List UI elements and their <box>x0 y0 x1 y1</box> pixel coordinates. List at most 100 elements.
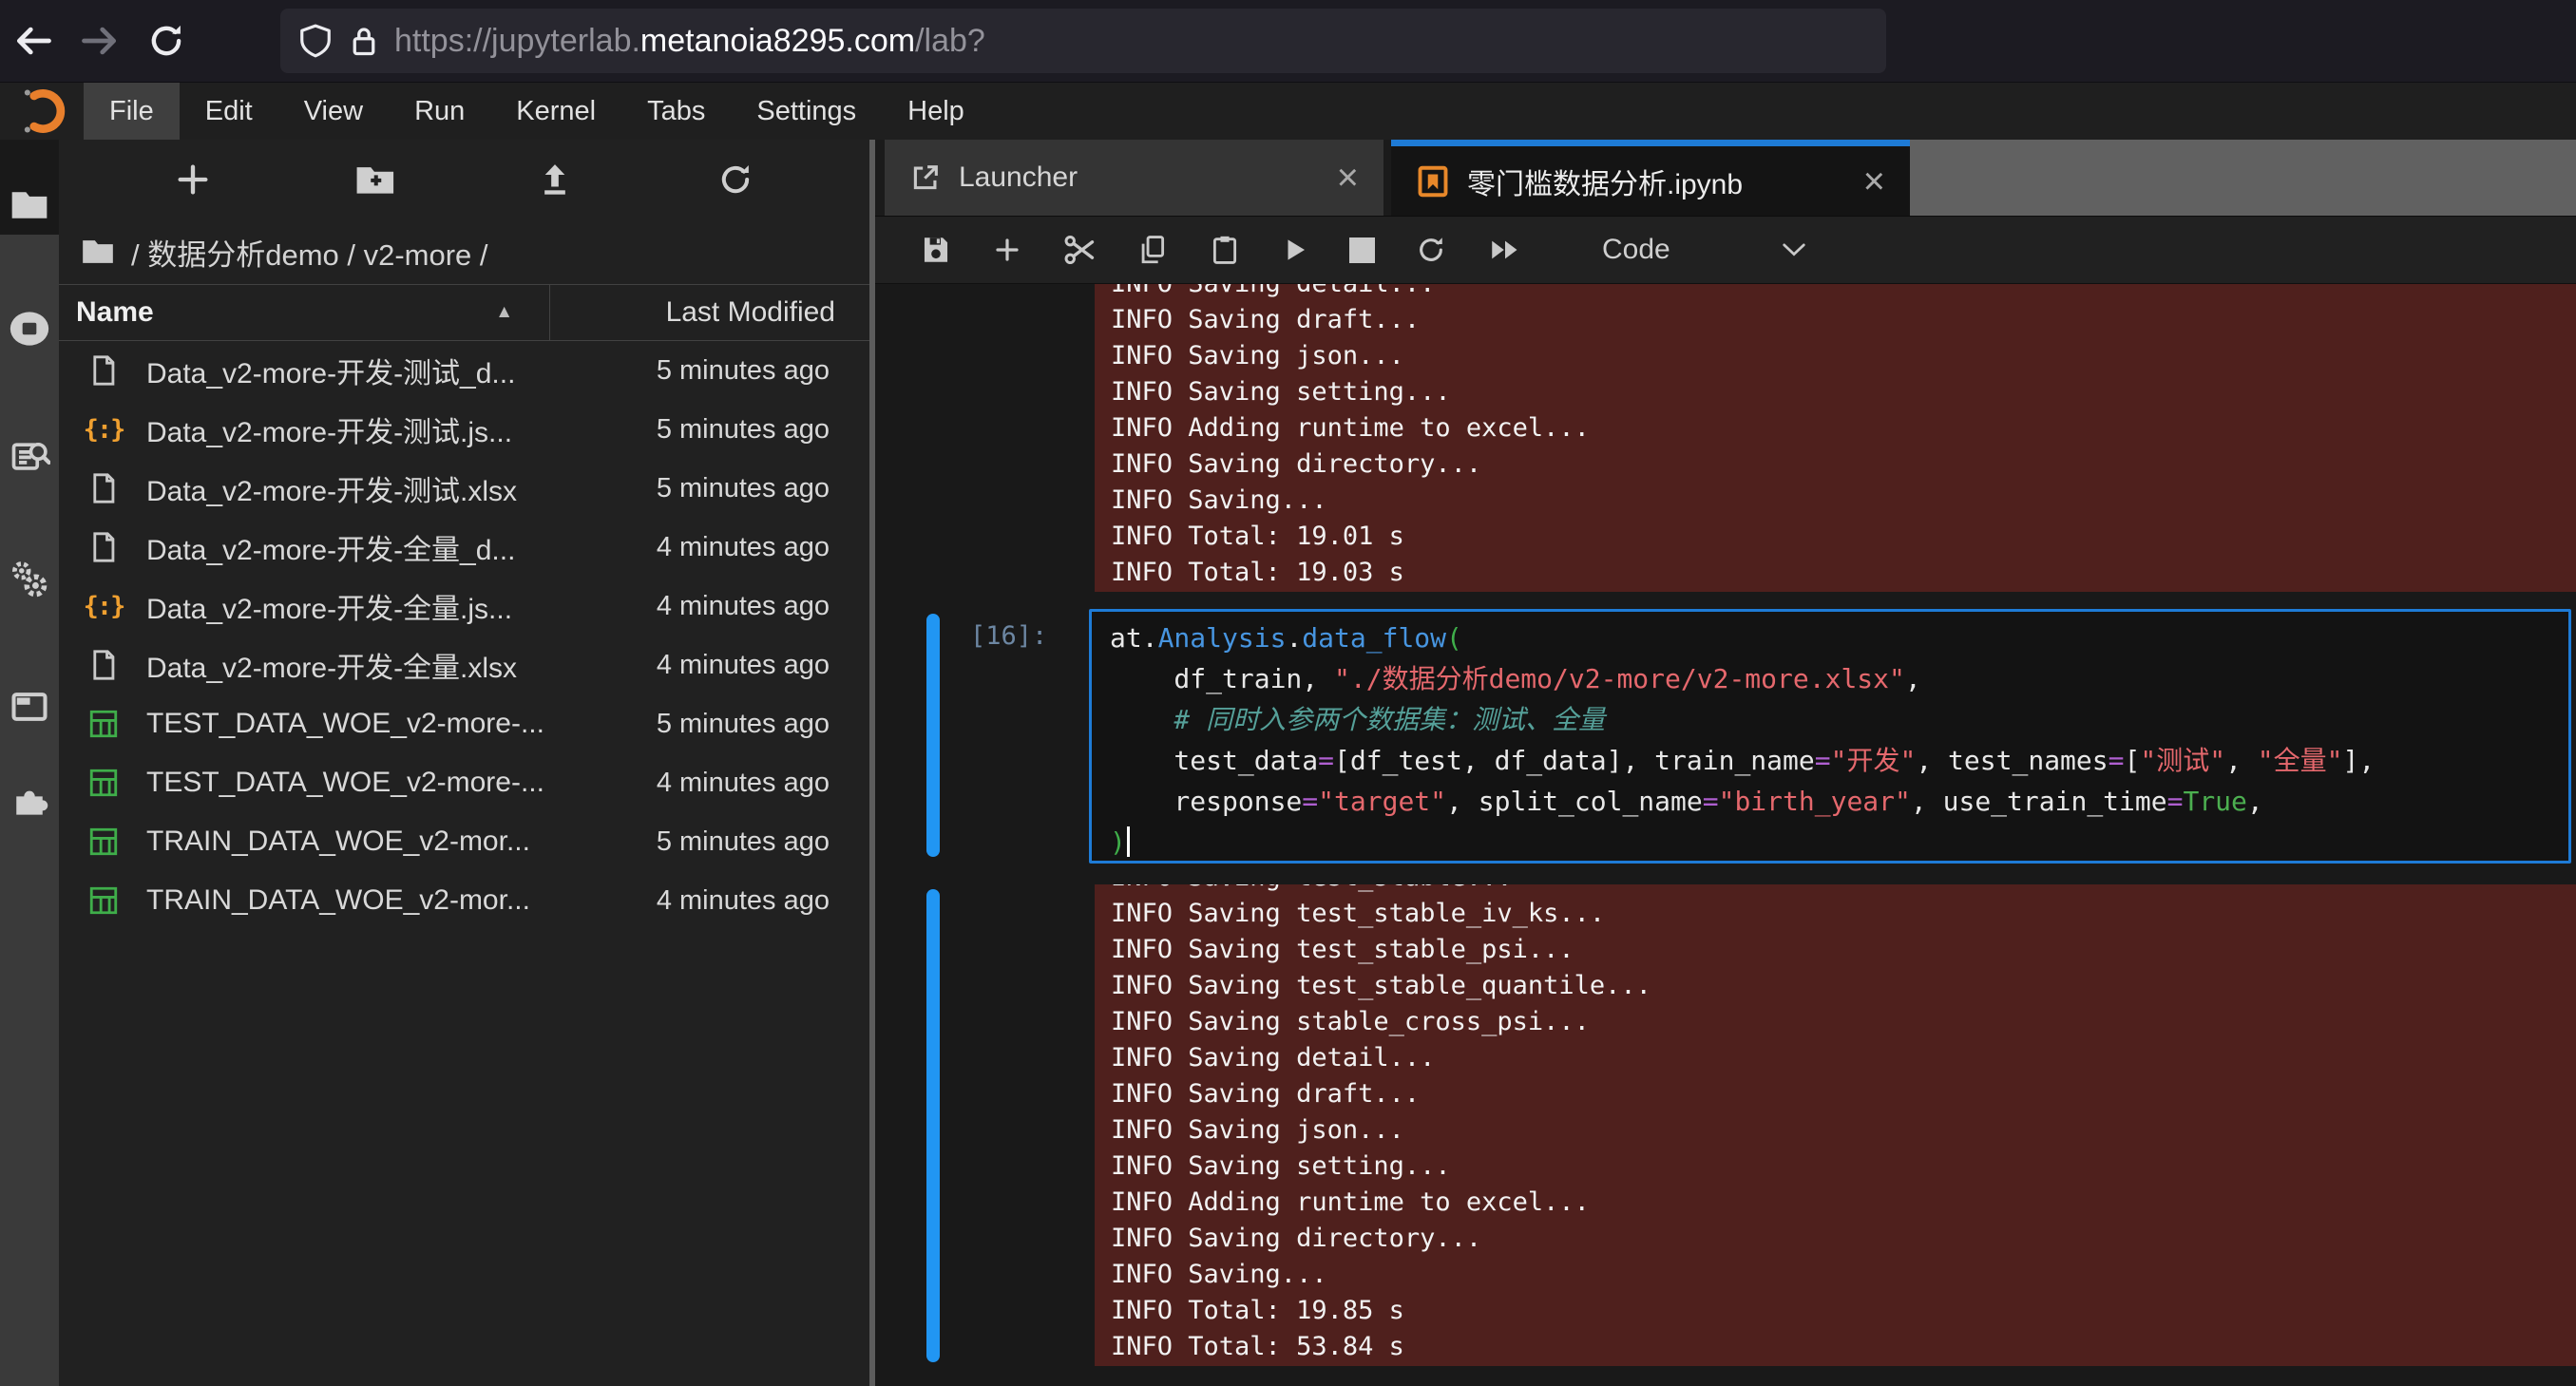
code-token: ( <box>1446 622 1462 654</box>
file-modified: 4 minutes ago <box>657 591 869 622</box>
file-row[interactable]: TRAIN_DATA_WOE_v2-mor...4 minutes ago <box>59 871 869 930</box>
paste-cells-button[interactable] <box>1189 217 1261 283</box>
code-cell-editor[interactable]: at.Analysis.data_flow( df_train, "./数据分析… <box>1089 609 2571 864</box>
code-token: test_data <box>1110 745 1318 776</box>
sidebar-item-running-kernels[interactable] <box>9 308 50 350</box>
address-bar[interactable]: https://jupyterlab.metanoia8295.com/lab? <box>280 9 1886 73</box>
tab-close-button[interactable]: × <box>1863 162 1885 200</box>
cut-cells-button[interactable] <box>1042 217 1116 283</box>
input-collapser[interactable] <box>926 614 940 857</box>
sidebar-item-extensions[interactable] <box>9 779 50 821</box>
tab-bar: Launcher × 零门槛数据分析.ipynb × <box>875 140 2576 217</box>
code-token: . <box>1286 622 1302 654</box>
code-token: # 同时入参两个数据集：测试、全量 <box>1110 704 1605 735</box>
restart-kernel-button[interactable] <box>1395 217 1467 283</box>
tab-close-button[interactable]: × <box>1337 159 1359 197</box>
new-folder-button[interactable] <box>348 154 399 205</box>
file-row[interactable]: Data_v2-more-开发-测试.xlsx5 minutes ago <box>59 459 869 518</box>
back-arrow-icon <box>12 20 54 62</box>
file-row[interactable]: Data_v2-more-开发-全量.xlsx4 minutes ago <box>59 636 869 694</box>
lock-icon[interactable] <box>347 21 381 61</box>
column-header-name[interactable]: Name ▲ <box>59 285 550 340</box>
output-line-clipped: INFO Saving test_stable... <box>1111 884 2576 896</box>
new-launcher-button[interactable] <box>167 154 219 205</box>
restart-run-all-button[interactable] <box>1467 217 1543 283</box>
output-line: INFO Saving setting... <box>1111 374 2576 410</box>
file-modified: 5 minutes ago <box>657 826 869 858</box>
copy-icon <box>1136 234 1169 266</box>
menu-item-kernel[interactable]: Kernel <box>490 83 621 140</box>
code-token: "target" <box>1318 786 1446 817</box>
browser-back-button[interactable] <box>0 8 67 74</box>
browser-reload-button[interactable] <box>133 8 200 74</box>
main-dock: Launcher × 零门槛数据分析.ipynb × <box>875 140 2576 1386</box>
home-folder-icon[interactable] <box>80 234 116 270</box>
add-cell-button[interactable] <box>972 217 1042 283</box>
breadcrumb-path[interactable]: / 数据分析demo / v2-more / <box>131 231 488 274</box>
file-row[interactable]: Data_v2-more-开发-测试_d...5 minutes ago <box>59 341 869 400</box>
sidebar-item-file-browser[interactable] <box>9 184 50 226</box>
sidebar-item-command-palette[interactable] <box>9 436 50 478</box>
save-button[interactable] <box>900 217 972 283</box>
column-header-last-modified[interactable]: Last Modified <box>550 296 869 329</box>
run-icon <box>1281 236 1309 264</box>
execution-count-prompt: [16]: <box>970 621 1088 651</box>
output-line: INFO Adding runtime to excel... <box>1111 410 2576 446</box>
app-shell: / 数据分析demo / v2-more / Name ▲ Last Modif… <box>0 140 2576 1386</box>
tab-launcher[interactable]: Launcher × <box>885 140 1383 216</box>
shield-icon[interactable] <box>297 21 334 61</box>
code-token: = <box>1703 786 1719 817</box>
code-token: at. <box>1110 622 1158 654</box>
copy-cells-button[interactable] <box>1116 217 1189 283</box>
file-type-sheet-icon <box>86 883 122 919</box>
tab-notebook[interactable]: 零门槛数据分析.ipynb × <box>1391 140 1910 216</box>
run-cell-button[interactable] <box>1261 217 1329 283</box>
refresh-button[interactable] <box>710 154 761 205</box>
interrupt-kernel-button[interactable] <box>1329 217 1395 283</box>
menu-item-tabs[interactable]: Tabs <box>621 83 731 140</box>
menu-item-view[interactable]: View <box>278 83 389 140</box>
menu-item-help[interactable]: Help <box>882 83 990 140</box>
file-type-json-icon: {:} <box>86 411 122 447</box>
output-line: INFO Saving directory... <box>1111 1221 2576 1257</box>
menu-item-settings[interactable]: Settings <box>731 83 882 140</box>
output-line: INFO Saving draft... <box>1111 302 2576 338</box>
reload-icon <box>146 21 186 61</box>
code-token: ], <box>2343 745 2376 776</box>
menu-item-file[interactable]: File <box>84 83 180 140</box>
sidebar-item-open-tabs[interactable] <box>9 686 50 728</box>
new-folder-icon <box>353 159 394 200</box>
breadcrumb[interactable]: / 数据分析demo / v2-more / <box>59 219 869 284</box>
file-browser-panel: / 数据分析demo / v2-more / Name ▲ Last Modif… <box>59 140 869 1386</box>
file-modified: 5 minutes ago <box>657 473 869 504</box>
sidebar-item-property-inspector[interactable] <box>9 559 50 600</box>
output-line: INFO Saving detail... <box>1111 1040 2576 1076</box>
file-row[interactable]: Data_v2-more-开发-全量_d...4 minutes ago <box>59 518 869 577</box>
tab-label: 零门槛数据分析.ipynb <box>1467 161 1743 202</box>
code-token: [ <box>2124 745 2140 776</box>
file-type-json-icon: {:} <box>86 588 122 624</box>
notebook-scroll-area[interactable]: INFO Saving detail... INFO Saving draft..… <box>875 284 2576 1386</box>
file-row[interactable]: {:}Data_v2-more-开发-测试.js...5 minutes ago <box>59 400 869 459</box>
file-row[interactable]: TEST_DATA_WOE_v2-more-...5 minutes ago <box>59 694 869 753</box>
code-token: df_train, <box>1110 663 1334 694</box>
code-token: , use_train_time <box>1911 786 2167 817</box>
file-modified: 5 minutes ago <box>657 709 869 740</box>
cell-type-select[interactable]: Code <box>1602 234 1670 266</box>
output-line: INFO Saving directory... <box>1111 446 2576 483</box>
file-row[interactable]: TEST_DATA_WOE_v2-more-...4 minutes ago <box>59 753 869 812</box>
cell-type-dropdown[interactable] <box>1762 217 1826 283</box>
file-row[interactable]: {:}Data_v2-more-开发-全量.js...4 minutes ago <box>59 577 869 636</box>
file-row[interactable]: TRAIN_DATA_WOE_v2-mor...5 minutes ago <box>59 812 869 871</box>
upload-button[interactable] <box>529 154 581 205</box>
folder-icon <box>9 184 50 226</box>
code-token: , <box>2247 786 2263 817</box>
code-token: [df_test, df_data], train_name <box>1334 745 1815 776</box>
browser-forward-button[interactable] <box>67 8 133 74</box>
menu-item-edit[interactable]: Edit <box>180 83 278 140</box>
output-collapser[interactable] <box>926 889 940 1362</box>
sort-ascending-icon: ▲ <box>495 302 513 323</box>
chevron-down-icon <box>1782 242 1806 257</box>
code-line: at.Analysis.data_flow( <box>1110 617 2568 658</box>
menu-item-run[interactable]: Run <box>389 83 490 140</box>
